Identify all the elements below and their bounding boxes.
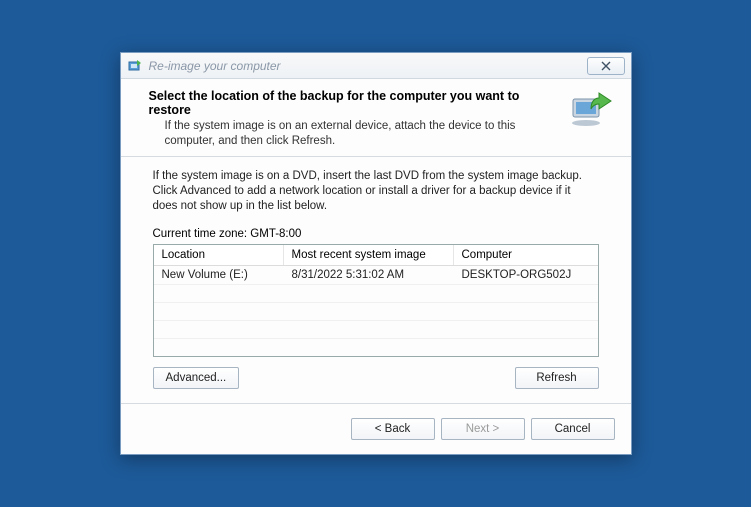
advanced-button[interactable]: Advanced... xyxy=(153,367,240,389)
app-icon xyxy=(127,58,143,74)
wizard-footer: < Back Next > Cancel xyxy=(121,406,631,454)
cell-computer: DESKTOP-ORG502J xyxy=(454,266,598,284)
cell-image: 8/31/2022 5:31:02 AM xyxy=(284,266,454,284)
back-button[interactable]: < Back xyxy=(351,418,435,440)
empty-row xyxy=(154,338,598,356)
header-text: Select the location of the backup for th… xyxy=(149,89,559,148)
empty-row xyxy=(154,302,598,320)
col-computer: Computer xyxy=(454,245,598,265)
refresh-button[interactable]: Refresh xyxy=(515,367,599,389)
next-button: Next > xyxy=(441,418,525,440)
timezone-label: Current time zone: GMT-8:00 xyxy=(121,214,631,244)
header-block: Select the location of the backup for th… xyxy=(121,79,631,154)
table-row[interactable]: New Volume (E:) 8/31/2022 5:31:02 AM DES… xyxy=(154,266,598,284)
table-header: Location Most recent system image Comput… xyxy=(154,245,598,266)
mid-button-row: Advanced... Refresh xyxy=(121,357,631,401)
header-description: If the system image is on an external de… xyxy=(149,119,559,148)
body-instructions: If the system image is on a DVD, insert … xyxy=(121,157,631,214)
footer-divider xyxy=(121,403,631,404)
cancel-button[interactable]: Cancel xyxy=(531,418,615,440)
titlebar: Re-image your computer xyxy=(121,53,631,79)
cell-location: New Volume (E:) xyxy=(154,266,284,284)
close-icon xyxy=(601,61,611,71)
recovery-icon xyxy=(569,89,615,129)
header-heading: Select the location of the backup for th… xyxy=(149,89,559,117)
close-button[interactable] xyxy=(587,57,625,75)
empty-row xyxy=(154,284,598,302)
reimage-window: Re-image your computer Select the locati… xyxy=(120,52,632,455)
empty-row xyxy=(154,320,598,338)
window-title: Re-image your computer xyxy=(149,59,581,73)
col-location: Location xyxy=(154,245,284,265)
backup-table[interactable]: Location Most recent system image Comput… xyxy=(153,244,599,357)
col-image: Most recent system image xyxy=(284,245,454,265)
